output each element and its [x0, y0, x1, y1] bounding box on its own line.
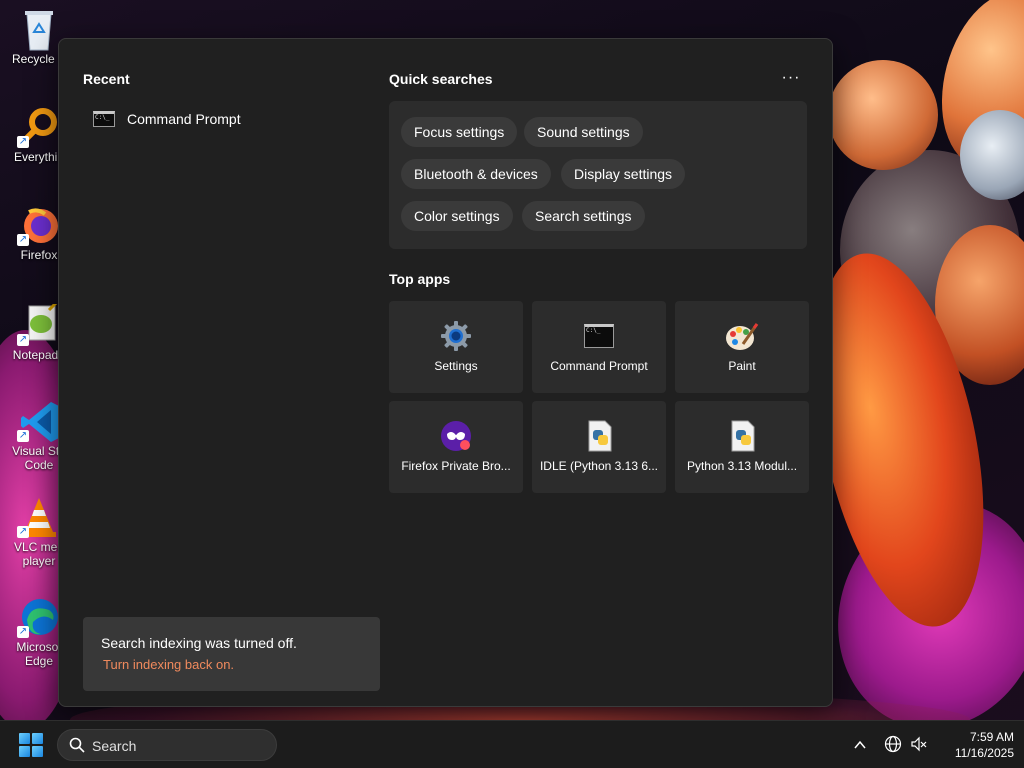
- search-input[interactable]: [92, 736, 262, 756]
- chip-bluetooth-devices[interactable]: Bluetooth & devices: [401, 159, 551, 189]
- chip-search-settings[interactable]: Search settings: [522, 201, 645, 231]
- taskbar-search-box[interactable]: [57, 729, 277, 761]
- edge-icon: ↗: [17, 596, 59, 638]
- paint-palette-icon: [725, 321, 759, 351]
- turn-indexing-on-link[interactable]: Turn indexing back on.: [103, 657, 234, 672]
- notepadpp-icon: ↗: [17, 300, 59, 346]
- recent-item-label: Command Prompt: [127, 111, 241, 127]
- chevron-up-icon[interactable]: [852, 737, 868, 753]
- app-tile-label: Settings: [434, 359, 478, 373]
- app-tile-label: IDLE (Python 3.13 6...: [539, 459, 659, 473]
- search-start-panel: Recent Command Prompt Quick searches ···…: [58, 38, 833, 707]
- desktop-icon-label: Firefox: [20, 248, 58, 262]
- chip-display-settings[interactable]: Display settings: [561, 159, 686, 189]
- python-file-icon: [582, 420, 616, 452]
- app-tile-command-prompt[interactable]: Command Prompt: [532, 301, 666, 393]
- shortcut-arrow-icon: ↗: [17, 136, 29, 148]
- clock-date: 11/16/2025: [954, 746, 1014, 760]
- firefox-icon: ↗: [17, 204, 59, 246]
- app-tile-label: Firefox Private Bro...: [401, 459, 511, 473]
- recent-section-title: Recent: [83, 71, 130, 87]
- app-tile-label: Paint: [728, 359, 756, 373]
- magnifier-icon: ↗: [17, 106, 59, 148]
- more-options-button[interactable]: ···: [777, 69, 805, 89]
- vlc-cone-icon: ↗: [17, 496, 59, 538]
- vscode-icon: ↗: [17, 400, 61, 442]
- app-tile-label: Python 3.13 Modul...: [686, 459, 798, 473]
- shortcut-arrow-icon: ↗: [17, 430, 29, 442]
- top-apps-title: Top apps: [389, 271, 451, 287]
- app-tile-settings[interactable]: Settings: [389, 301, 523, 393]
- command-prompt-icon: [582, 321, 616, 351]
- speaker-muted-icon[interactable]: [910, 735, 928, 753]
- search-icon: [69, 737, 85, 753]
- settings-gear-icon: [439, 321, 473, 351]
- desktop-icon-label: Everythin: [13, 150, 65, 164]
- command-prompt-icon: [93, 111, 115, 127]
- indexing-notice-title: Search indexing was turned off.: [101, 635, 297, 651]
- shortcut-arrow-icon: ↗: [17, 334, 29, 346]
- windows-logo-icon: [19, 733, 30, 744]
- taskbar: 7:59 AM 11/16/2025: [0, 720, 1024, 768]
- quick-searches-box: Focus settings Sound settings Bluetooth …: [389, 101, 807, 249]
- firefox-private-icon: [439, 421, 473, 451]
- quick-searches-title: Quick searches: [389, 71, 493, 87]
- app-tile-paint[interactable]: Paint: [675, 301, 809, 393]
- indexing-notice: Search indexing was turned off. Turn ind…: [83, 617, 380, 691]
- network-globe-icon[interactable]: [884, 735, 902, 753]
- chip-sound-settings[interactable]: Sound settings: [524, 117, 643, 147]
- app-tile-python-module-docs[interactable]: Python 3.13 Modul...: [675, 401, 809, 493]
- recent-item-command-prompt[interactable]: Command Prompt: [83, 101, 363, 137]
- app-tile-idle-python[interactable]: IDLE (Python 3.13 6...: [532, 401, 666, 493]
- app-tile-firefox-private[interactable]: Firefox Private Bro...: [389, 401, 523, 493]
- app-tile-label: Command Prompt: [550, 359, 648, 373]
- shortcut-arrow-icon: ↗: [17, 626, 29, 638]
- python-file-icon: [725, 420, 759, 452]
- taskbar-clock[interactable]: 7:59 AM 11/16/2025: [934, 729, 1014, 761]
- recycle-bin-icon: [19, 8, 59, 51]
- shortcut-arrow-icon: ↗: [17, 234, 29, 246]
- chip-focus-settings[interactable]: Focus settings: [401, 117, 518, 147]
- clock-time: 7:59 AM: [969, 730, 1014, 744]
- chip-color-settings[interactable]: Color settings: [401, 201, 513, 231]
- start-button[interactable]: [19, 733, 43, 757]
- shortcut-arrow-icon: ↗: [17, 526, 29, 538]
